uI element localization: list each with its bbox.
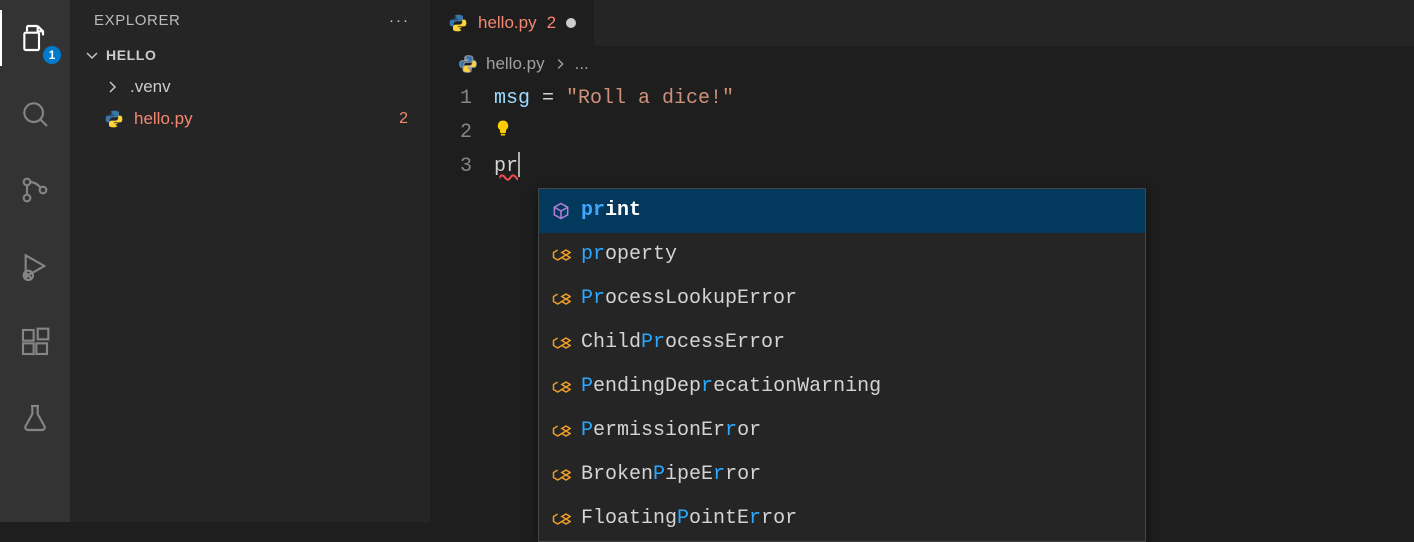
breadcrumb[interactable]: hello.py ... [430,46,1414,78]
activity-source-control[interactable] [11,166,59,214]
code[interactable]: msg = "Roll a dice!" pr printpropertyPro… [494,82,1414,522]
breadcrumb-file: hello.py [486,54,545,74]
suggest-item[interactable]: ProcessLookupError [539,277,1145,321]
editor-group: hello.py 2 hello.py ... 1 2 3 msg = "Rol… [430,0,1414,522]
line-number: 3 [430,150,472,184]
lightbulb-icon[interactable] [494,116,514,150]
activity-explorer[interactable]: 1 [11,14,59,62]
editor[interactable]: 1 2 3 msg = "Roll a dice!" pr printprope… [430,78,1414,522]
code-line[interactable] [494,116,1414,150]
sidebar: EXPLORER ··· HELLO .venv hello.py 2 [70,0,430,522]
line-number: 2 [430,116,472,150]
activity-bar: 1 [0,0,70,522]
python-icon [448,13,468,33]
python-icon [458,54,478,74]
tab-error-count: 2 [547,13,556,33]
suggest-widget[interactable]: printpropertyProcessLookupErrorChildProc… [538,188,1146,542]
chevron-right-icon [104,79,120,95]
activity-search[interactable] [11,90,59,138]
tree-item-folder[interactable]: .venv [70,71,430,103]
suggest-item[interactable]: property [539,233,1145,277]
activity-run-debug[interactable] [11,242,59,290]
suggest-item[interactable]: BrokenPipeError [539,453,1145,497]
line-number: 1 [430,82,472,116]
cursor [518,152,520,177]
suggest-item[interactable]: print [539,189,1145,233]
python-icon [104,109,124,129]
sidebar-header: EXPLORER ··· [70,0,430,39]
code-line[interactable]: pr [494,150,1414,184]
tabs: hello.py 2 [430,0,1414,46]
gutter: 1 2 3 [430,82,494,522]
suggest-item[interactable]: ChildProcessError [539,321,1145,365]
folder-name: HELLO [106,47,156,63]
breadcrumb-rest: ... [575,54,589,74]
activity-testing[interactable] [11,394,59,442]
code-line[interactable]: msg = "Roll a dice!" [494,82,1414,116]
suggest-item[interactable]: FloatingPointError [539,497,1145,541]
tree-item-label: hello.py [134,109,389,129]
tab-hello-py[interactable]: hello.py 2 [430,0,595,46]
tree-item-file[interactable]: hello.py 2 [70,103,430,135]
chevron-down-icon [84,47,100,63]
tree-item-error-count: 2 [399,110,412,128]
activity-extensions[interactable] [11,318,59,366]
tab-file-name: hello.py [478,13,537,33]
suggest-item[interactable]: PendingDeprecationWarning [539,365,1145,409]
sidebar-more-button[interactable]: ··· [389,12,410,29]
explorer-badge: 1 [43,46,61,64]
suggest-item[interactable]: PermissionError [539,409,1145,453]
tab-dirty-indicator [566,18,576,28]
code-text: pr [494,155,518,178]
chevron-right-icon [553,57,567,71]
tree-item-label: .venv [130,77,412,97]
sidebar-title: EXPLORER [94,12,181,29]
folder-title[interactable]: HELLO [70,39,430,71]
